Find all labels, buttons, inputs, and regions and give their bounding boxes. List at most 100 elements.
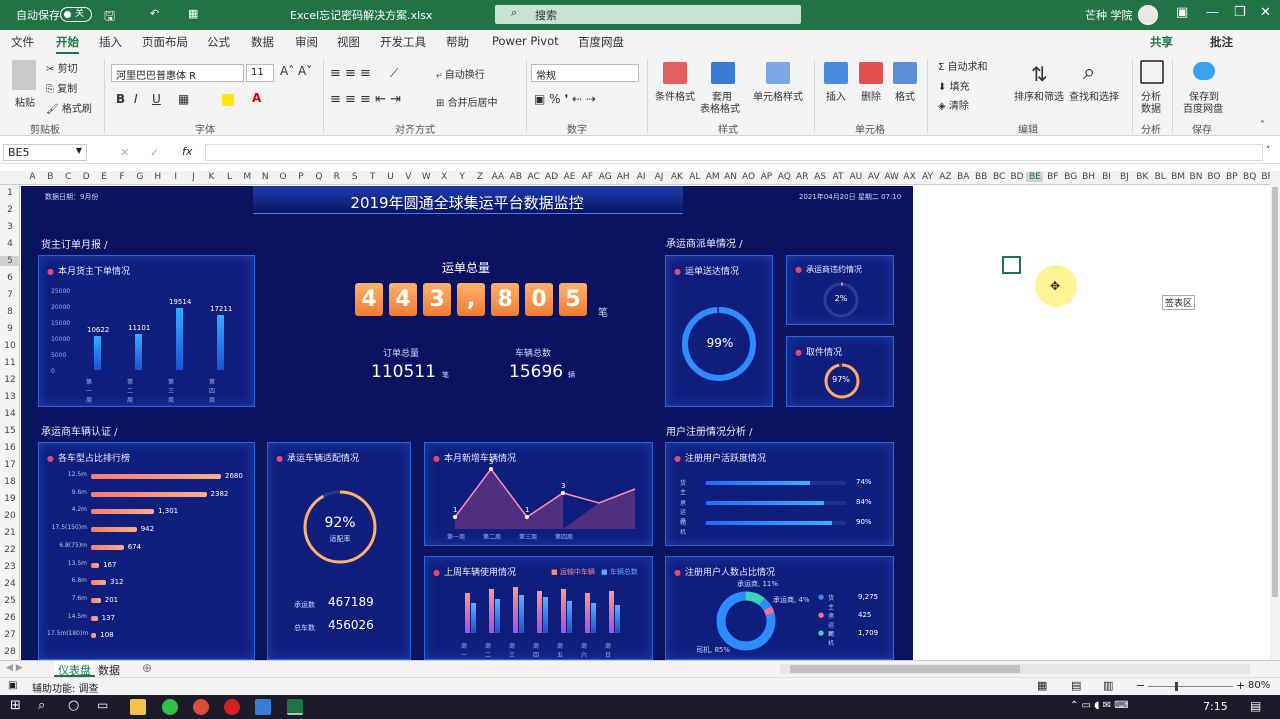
- accessibility-status[interactable]: 辅助功能: 调查: [32, 680, 99, 695]
- column-header[interactable]: AI: [633, 172, 650, 182]
- minimize-icon[interactable]: —: [1206, 5, 1219, 20]
- insert-cells-label[interactable]: 插入: [826, 88, 846, 103]
- column-header[interactable]: AA: [489, 172, 506, 182]
- row-header[interactable]: 1: [0, 188, 20, 198]
- normal-view-icon[interactable]: ▦: [1037, 679, 1047, 692]
- align-top-icon[interactable]: ≡ ≡ ≡: [330, 66, 371, 81]
- ribbon-display-icon[interactable]: ▣: [1176, 5, 1188, 20]
- bold-icon[interactable]: B: [116, 92, 125, 106]
- selected-cell[interactable]: [1002, 256, 1021, 274]
- name-box[interactable]: BE5 ▼: [3, 144, 87, 161]
- row-header[interactable]: 28: [0, 647, 20, 657]
- wrap-text-button[interactable]: ⤶ 自动换行: [436, 66, 485, 81]
- tab-help[interactable]: 帮助: [446, 34, 469, 50]
- column-header[interactable]: K: [203, 172, 220, 182]
- column-header[interactable]: BM: [1170, 172, 1187, 182]
- tab-review[interactable]: 审阅: [295, 34, 318, 50]
- table-format-label-2[interactable]: 表格格式: [700, 100, 740, 115]
- font-grow-icon[interactable]: A˄ A˅: [280, 64, 312, 78]
- conditional-format-icon[interactable]: [663, 62, 687, 84]
- close-icon[interactable]: ✕: [1260, 5, 1271, 20]
- column-header[interactable]: X: [436, 172, 453, 182]
- column-header[interactable]: AT: [830, 172, 847, 182]
- page-layout-icon[interactable]: ▤: [1071, 679, 1081, 692]
- taskbar-search-icon[interactable]: ⌕: [38, 698, 45, 713]
- column-header[interactable]: Z: [472, 172, 489, 182]
- italic-icon[interactable]: I: [134, 92, 138, 106]
- tab-file[interactable]: 文件: [11, 34, 34, 50]
- column-header[interactable]: J: [185, 172, 202, 182]
- row-header[interactable]: 4: [0, 239, 20, 249]
- column-header[interactable]: BQ: [1241, 172, 1258, 182]
- cancel-icon[interactable]: ✕: [120, 146, 129, 159]
- sheet-nav-icon[interactable]: ◀ ▶: [6, 663, 23, 673]
- notification-icon[interactable]: ▤: [1250, 699, 1261, 713]
- format-cells-label[interactable]: 格式: [895, 88, 915, 103]
- tab-baidu[interactable]: 百度网盘: [578, 34, 624, 50]
- border-icon[interactable]: ▦: [178, 92, 189, 106]
- sort-filter-icon[interactable]: ⇅: [1031, 62, 1048, 86]
- row-header[interactable]: 15: [0, 426, 20, 436]
- column-header[interactable]: I: [167, 172, 184, 182]
- quick-access-icon[interactable]: ▦: [188, 7, 198, 20]
- column-header[interactable]: A: [24, 172, 41, 182]
- column-header[interactable]: BA: [955, 172, 972, 182]
- chrome-icon[interactable]: [193, 699, 209, 715]
- row-header[interactable]: 23: [0, 562, 20, 572]
- underline-icon[interactable]: U: [152, 92, 161, 106]
- column-header[interactable]: AK: [668, 172, 685, 182]
- windows-start-icon[interactable]: ⊞: [10, 698, 21, 713]
- comment-button[interactable]: 批注: [1210, 34, 1233, 50]
- column-header[interactable]: AJ: [651, 172, 668, 182]
- tab-formulas[interactable]: 公式: [207, 34, 230, 50]
- formula-input[interactable]: [205, 144, 1263, 161]
- column-header[interactable]: AO: [740, 172, 757, 182]
- row-header[interactable]: 14: [0, 409, 20, 419]
- zoom-slider[interactable]: [1148, 682, 1233, 691]
- column-header[interactable]: R: [328, 172, 345, 182]
- baidu-cloud-icon[interactable]: [1193, 62, 1215, 80]
- conditional-format-label[interactable]: 条件格式: [655, 88, 695, 103]
- row-header[interactable]: 10: [0, 341, 20, 351]
- column-header[interactable]: BC: [991, 172, 1008, 182]
- column-header[interactable]: AY: [919, 172, 936, 182]
- column-header[interactable]: AX: [901, 172, 918, 182]
- save-icon[interactable]: 🖫: [104, 7, 115, 29]
- number-format-select[interactable]: 常规: [531, 64, 639, 82]
- column-header[interactable]: BO: [1205, 172, 1222, 182]
- column-header[interactable]: W: [418, 172, 435, 182]
- find-select-label[interactable]: 查找和选择: [1069, 88, 1119, 103]
- row-header[interactable]: 7: [0, 290, 20, 300]
- restore-icon[interactable]: ❐: [1234, 5, 1246, 20]
- column-header[interactable]: AF: [579, 172, 596, 182]
- orientation-icon[interactable]: ⟋: [390, 66, 398, 81]
- analyze-data-icon[interactable]: [1140, 60, 1164, 84]
- column-header[interactable]: T: [364, 172, 381, 182]
- column-header[interactable]: AC: [525, 172, 542, 182]
- zoom-in-icon[interactable]: +: [1236, 679, 1245, 692]
- sort-filter-label[interactable]: 排序和筛选: [1014, 88, 1064, 103]
- row-header[interactable]: 2: [0, 205, 20, 215]
- autosave-toggle[interactable]: 关: [60, 7, 92, 22]
- enter-icon[interactable]: ✓: [150, 146, 159, 159]
- column-header[interactable]: AM: [704, 172, 721, 182]
- collapse-ribbon-icon[interactable]: ˄: [1260, 120, 1265, 131]
- row-header[interactable]: 12: [0, 375, 20, 385]
- column-header[interactable]: G: [131, 172, 148, 182]
- zoom-level[interactable]: 80%: [1248, 680, 1270, 691]
- column-header[interactable]: Y: [454, 172, 471, 182]
- column-header[interactable]: O: [275, 172, 292, 182]
- column-header[interactable]: M: [239, 172, 256, 182]
- tab-view[interactable]: 视图: [337, 34, 360, 50]
- column-header[interactable]: AS: [812, 172, 829, 182]
- row-header[interactable]: 24: [0, 579, 20, 589]
- column-header[interactable]: C: [60, 172, 77, 182]
- font-size-select[interactable]: 11: [246, 64, 274, 82]
- column-header[interactable]: AQ: [776, 172, 793, 182]
- tab-data[interactable]: 数据: [251, 34, 274, 50]
- font-select[interactable]: 河里巴巴普惠体 R: [111, 64, 244, 82]
- row-header[interactable]: 6: [0, 273, 20, 283]
- grid-area[interactable]: [913, 186, 1270, 660]
- column-header[interactable]: S: [346, 172, 363, 182]
- clear-button[interactable]: ◈ 清除: [938, 97, 969, 112]
